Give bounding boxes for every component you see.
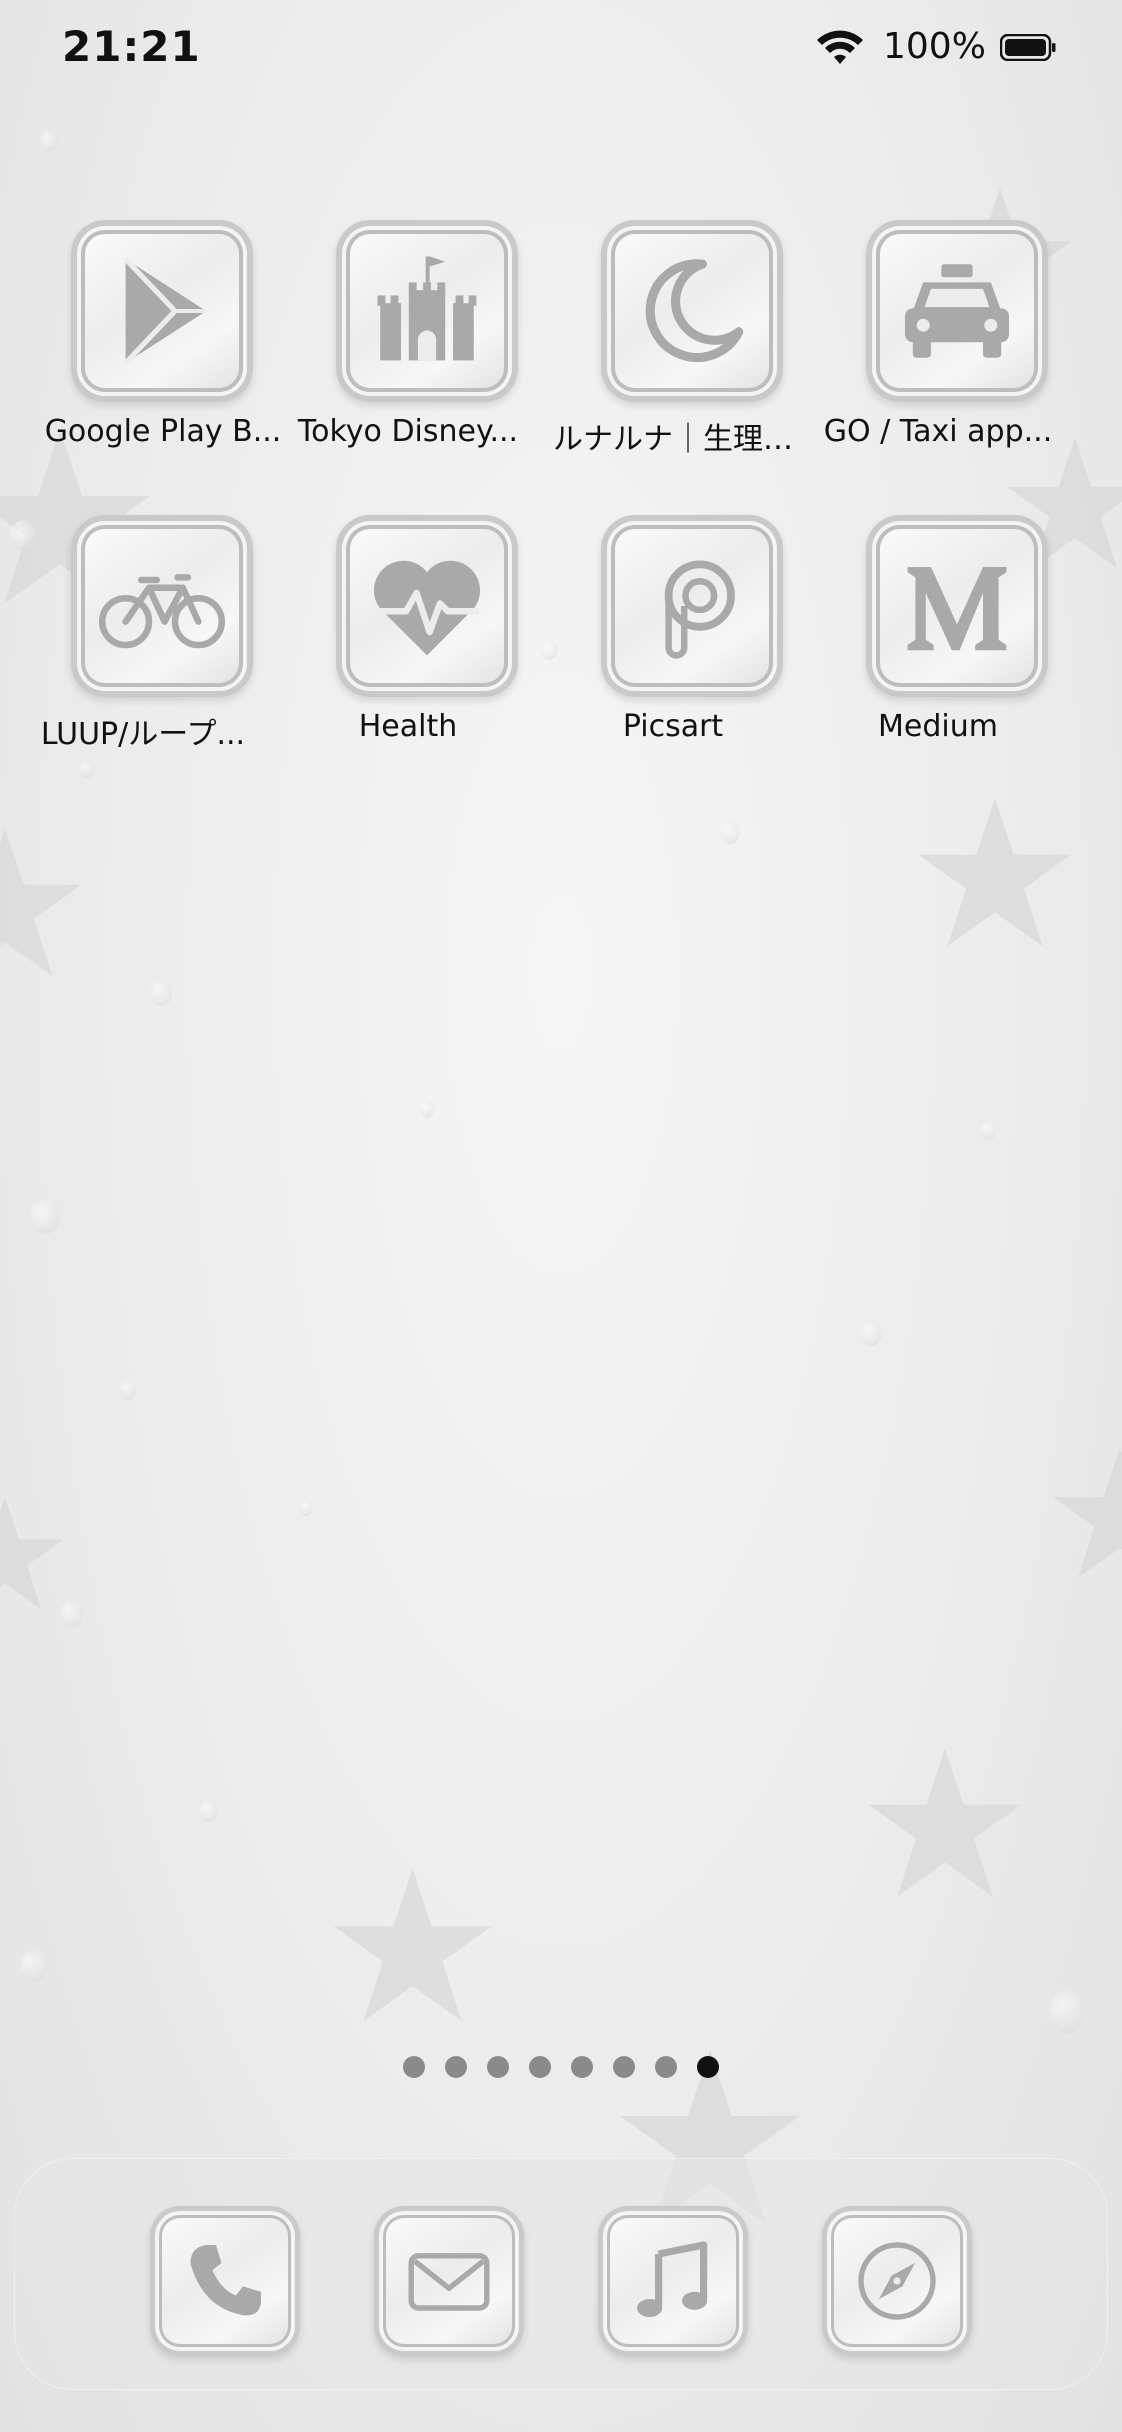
page-dot[interactable]	[655, 2056, 677, 2078]
bicycle-icon	[98, 574, 226, 649]
mail-icon	[408, 2253, 490, 2311]
dock-app-safari[interactable]	[822, 2206, 972, 2356]
star-decoration-icon	[0, 828, 82, 977]
app-health[interactable]: Health	[283, 515, 533, 755]
app-label: Tokyo Disney...	[297, 414, 519, 449]
star-decoration-icon	[1052, 1447, 1122, 1578]
clock-time: 21:21	[62, 22, 201, 71]
page-dot[interactable]	[529, 2056, 551, 2078]
app-icon-tile[interactable]	[336, 220, 518, 402]
page-dot[interactable]	[487, 2056, 509, 2078]
app-google-play-books[interactable]: Google Play B...	[18, 220, 281, 460]
app-icon-tile[interactable]	[866, 515, 1048, 697]
star-decoration-icon	[868, 1748, 1022, 1897]
app-icon-tile[interactable]	[71, 515, 253, 697]
phone-icon	[190, 2245, 261, 2316]
taxi-icon	[905, 264, 1009, 358]
app-luup[interactable]: LUUP/ループ...	[18, 515, 268, 755]
app-icon-tile[interactable]	[336, 515, 518, 697]
battery-percent: 100%	[883, 26, 986, 67]
wifi-icon	[817, 30, 863, 64]
app-medium[interactable]: Medium	[813, 515, 1063, 755]
battery-full-icon	[1000, 34, 1056, 61]
app-picsart[interactable]: Picsart	[548, 515, 798, 755]
star-decoration-icon	[0, 1496, 64, 1610]
castle-icon	[377, 256, 477, 361]
dock-app-phone[interactable]	[150, 2206, 300, 2356]
app-icon-tile[interactable]	[71, 220, 253, 402]
app-lunaluna[interactable]: ルナルナ｜生理…	[548, 220, 798, 460]
app-icon-tile[interactable]	[601, 220, 783, 402]
app-label: Picsart	[622, 709, 724, 744]
compass-icon	[858, 2242, 936, 2320]
dock-app-music[interactable]	[598, 2206, 748, 2356]
music-note-icon	[637, 2241, 708, 2317]
heart-pulse-icon	[373, 560, 481, 656]
page-dot[interactable]	[403, 2056, 425, 2078]
google-play-books-icon	[123, 257, 207, 365]
app-label: Medium	[878, 709, 998, 744]
app-label: GO / Taxi app...	[823, 414, 1053, 449]
page-dot-active[interactable]	[697, 2056, 719, 2078]
page-dot[interactable]	[571, 2056, 593, 2078]
app-label: Health	[358, 709, 458, 744]
medium-icon	[907, 567, 1007, 651]
app-icon-tile[interactable]	[601, 515, 783, 697]
app-label: ルナルナ｜生理…	[553, 422, 793, 457]
dock-app-mail[interactable]	[374, 2206, 524, 2356]
app-tokyo-disney[interactable]: Tokyo Disney...	[283, 220, 533, 460]
app-icon-tile[interactable]	[866, 220, 1048, 402]
status-bar: 21:21 100%	[0, 0, 1122, 100]
page-indicator[interactable]	[0, 2056, 1122, 2086]
picsart-icon	[664, 560, 735, 659]
star-decoration-icon	[333, 1868, 492, 2021]
page-dot[interactable]	[445, 2056, 467, 2078]
app-label: LUUP/ループ...	[40, 717, 246, 752]
dock	[14, 2158, 1108, 2390]
app-go-taxi[interactable]: GO / Taxi app...	[813, 220, 1063, 460]
page-dot[interactable]	[613, 2056, 635, 2078]
star-decoration-icon	[918, 798, 1072, 947]
crescent-moon-icon	[645, 259, 744, 363]
